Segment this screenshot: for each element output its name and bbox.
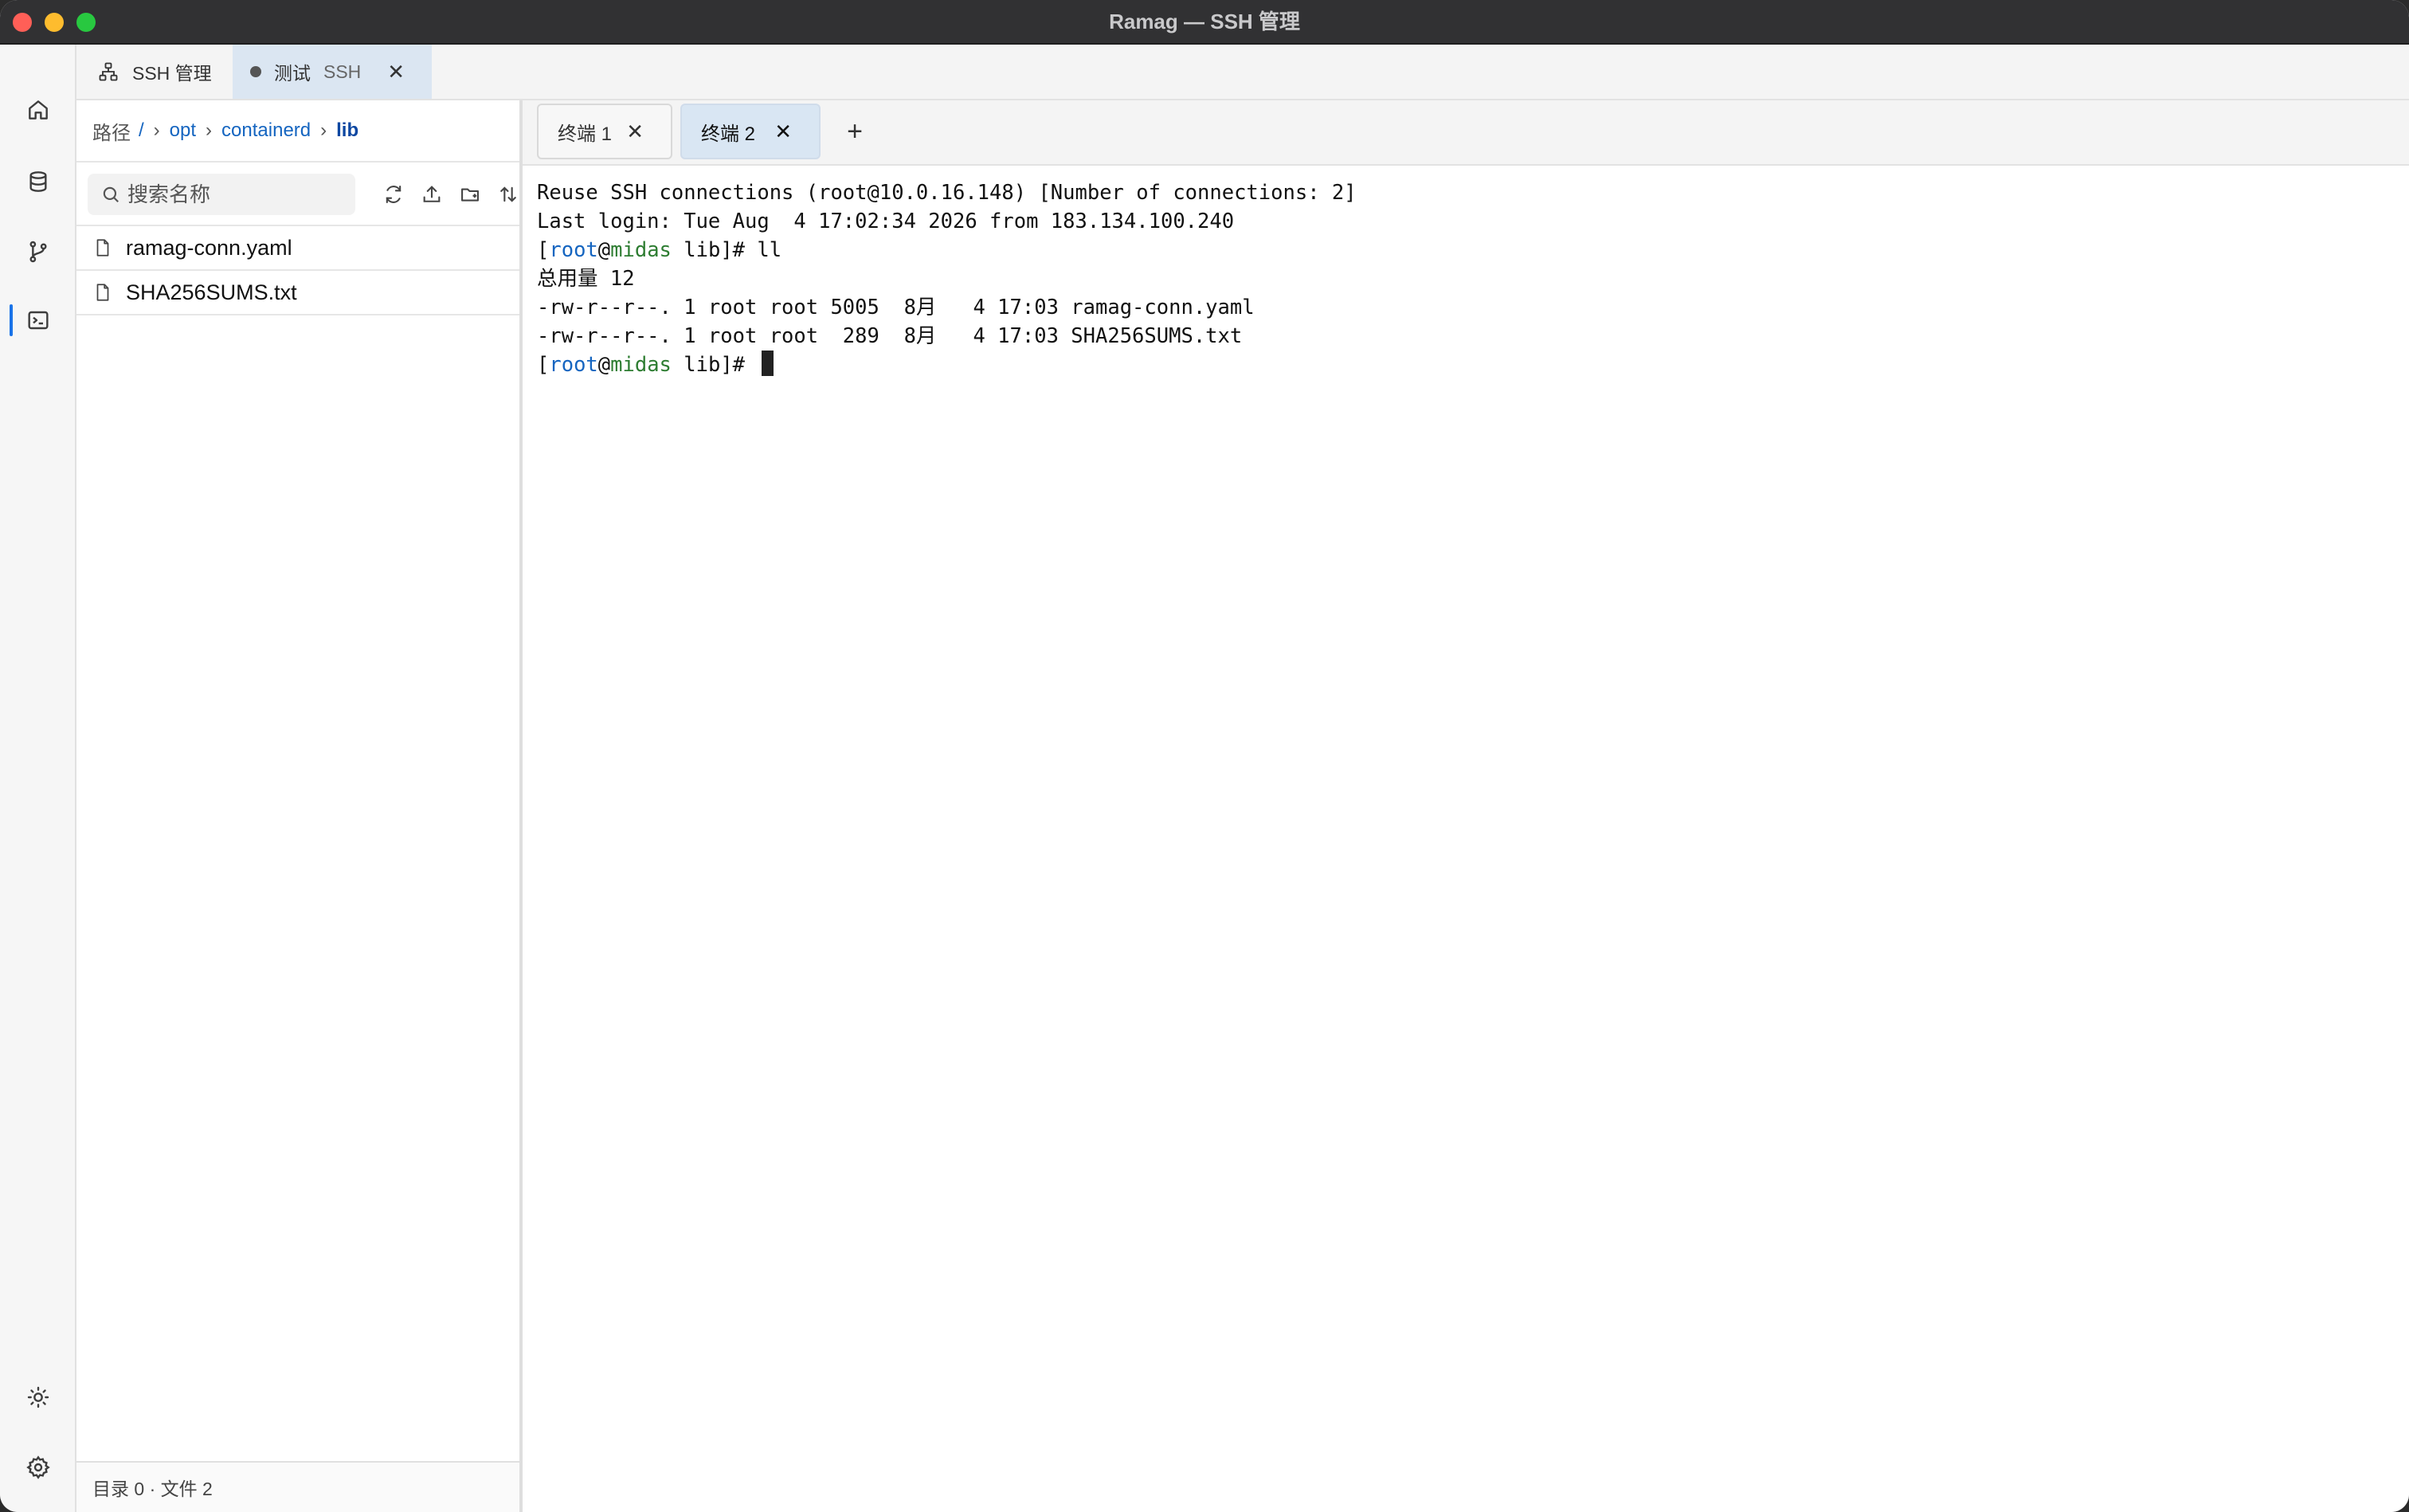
- chevron-right-icon: ›: [153, 119, 160, 141]
- dot-icon: [250, 66, 261, 77]
- terminal-tab-label: 终端 1: [558, 123, 613, 145]
- terminal-tab-1[interactable]: 终端 1 ✕: [537, 104, 672, 159]
- terminal-line: 总用量 12: [537, 267, 635, 291]
- terminal-icon[interactable]: [16, 298, 61, 343]
- tab-label: 测试: [274, 63, 311, 84]
- top-tab-bar: SSH 管理 测试 SSH ✕: [76, 45, 2409, 100]
- terminal-cursor: [762, 351, 774, 376]
- file-name: SHA256SUMS.txt: [126, 280, 297, 304]
- title-bar: Ramag — SSH 管理: [0, 0, 2409, 45]
- close-icon[interactable]: ✕: [626, 119, 644, 144]
- tab-label: SSH 管理: [132, 63, 212, 84]
- prompt-host: midas: [610, 353, 672, 377]
- close-icon[interactable]: ✕: [774, 119, 792, 144]
- search-box: [88, 174, 355, 215]
- window-title: Ramag — SSH 管理: [1109, 10, 1300, 33]
- sort-icon[interactable]: [492, 178, 524, 210]
- terminal-prompt-line: [root@midas lib]#: [537, 351, 2393, 379]
- chevron-right-icon: ›: [320, 119, 327, 141]
- terminal-tab-label: 终端 2: [701, 123, 756, 145]
- file-panel: 路径 / › opt › containerd › lib 搜索名称 ramag…: [76, 100, 523, 1512]
- terminal-line: Last login: Tue Aug 4 17:02:34 2026 from…: [537, 210, 1235, 233]
- tab-sublabel: SSH: [323, 61, 362, 82]
- settings-gear-icon[interactable]: [16, 1445, 61, 1490]
- tab-ssh-manager[interactable]: SSH 管理: [76, 45, 233, 99]
- file-name: ramag-conn.yaml: [126, 235, 292, 260]
- terminal-output[interactable]: Reuse SSH connections (root@10.0.16.148)…: [537, 178, 2393, 1512]
- breadcrumb-containerd[interactable]: containerd: [221, 119, 311, 142]
- add-terminal-button[interactable]: +: [836, 113, 873, 150]
- activity-bar: [0, 45, 76, 1512]
- status-text: 目录 0 · 文件 2: [92, 1479, 213, 1499]
- theme-sun-icon[interactable]: [16, 1375, 61, 1420]
- breadcrumb: 路径 / › opt › containerd › lib: [76, 100, 519, 163]
- search-icon: [103, 186, 119, 202]
- search-input[interactable]: [127, 182, 351, 207]
- terminal-tab-2[interactable]: 终端 2 ✕: [680, 104, 821, 159]
- prompt-user: root: [549, 353, 598, 377]
- breadcrumb-current: lib: [336, 119, 359, 141]
- git-branch-icon[interactable]: [16, 229, 61, 274]
- breadcrumb-root[interactable]: /: [139, 119, 144, 142]
- prompt-user: root: [549, 238, 598, 262]
- breadcrumb-label: 路径: [92, 122, 131, 144]
- terminal-line: -rw-r--r--. 1 root root 289 8月 4 17:03 S…: [537, 324, 1243, 348]
- file-icon: [96, 284, 109, 301]
- tab-test-ssh[interactable]: 测试 SSH ✕: [233, 45, 432, 99]
- refresh-icon[interactable]: [378, 178, 409, 210]
- app-window: Ramag — SSH 管理 SSH 管理 测试 SSH ✕ 路径 / › op…: [0, 0, 2409, 1512]
- status-bar: 目录 0 · 文件 2: [76, 1461, 519, 1512]
- prompt-command: ll: [757, 238, 782, 262]
- terminal-line: -rw-r--r--. 1 root root 5005 8月 4 17:03 …: [537, 296, 1255, 319]
- prompt-host: midas: [610, 238, 672, 262]
- new-folder-icon[interactable]: [454, 178, 486, 210]
- close-tab-icon[interactable]: ✕: [387, 60, 405, 84]
- file-list: ramag-conn.yaml SHA256SUMS.txt: [76, 226, 519, 315]
- prompt-tail: lib]#: [671, 238, 758, 262]
- prompt-bracket: [: [537, 353, 550, 377]
- terminal-tab-bar: 终端 1 ✕ 终端 2 ✕ +: [523, 100, 2409, 166]
- file-icon: [96, 239, 109, 257]
- prompt-tail: lib]#: [671, 353, 758, 377]
- breadcrumb-opt[interactable]: opt: [170, 119, 196, 142]
- file-row[interactable]: ramag-conn.yaml: [76, 226, 519, 271]
- terminal-prompt-line: [root@midas lib]# ll: [537, 236, 2393, 264]
- upload-icon[interactable]: [416, 178, 448, 210]
- terminal-area: 终端 1 ✕ 终端 2 ✕ + Reuse SSH connections (r…: [523, 100, 2409, 1512]
- file-toolbar: [76, 163, 519, 226]
- prompt-at: @: [597, 238, 611, 262]
- database-icon[interactable]: [16, 159, 61, 204]
- chevron-right-icon: ›: [206, 119, 213, 141]
- active-indicator: [10, 304, 13, 336]
- home-icon[interactable]: [16, 88, 61, 132]
- prompt-at: @: [597, 353, 611, 377]
- file-row[interactable]: SHA256SUMS.txt: [76, 271, 519, 315]
- network-icon: [99, 62, 118, 81]
- terminal-line: Reuse SSH connections (root@10.0.16.148)…: [537, 181, 1357, 205]
- prompt-bracket: [: [537, 238, 550, 262]
